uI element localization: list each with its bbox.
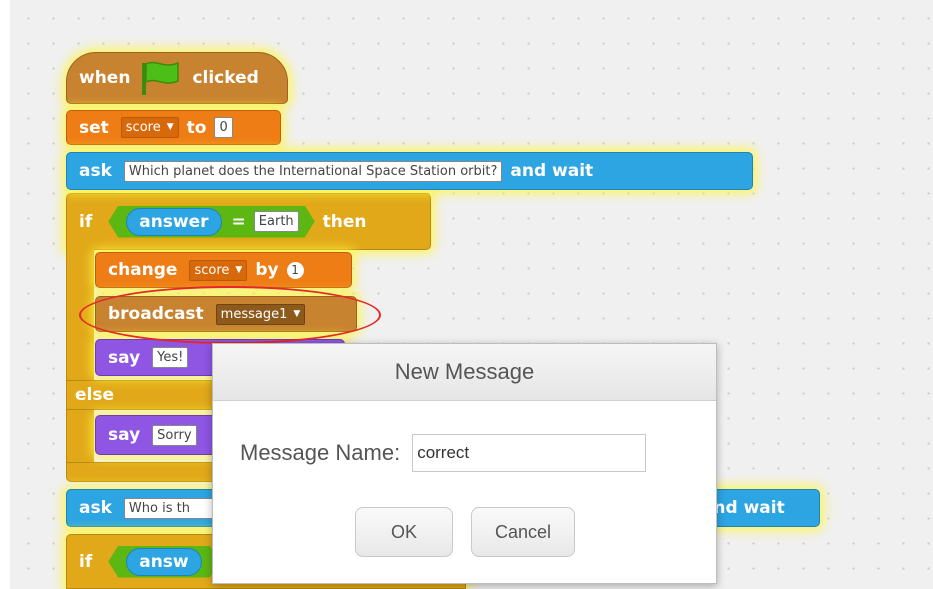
variable-dropdown[interactable]: score ▼ [120,117,179,138]
else-keyword: else [75,385,115,405]
cancel-button[interactable]: Cancel [471,507,575,557]
change-variable-block[interactable]: change score ▼ by 1 [95,252,352,288]
set-value-input[interactable]: 0 [214,117,233,138]
answer-reporter[interactable]: answer [126,208,221,236]
if-block-1-bottom [66,462,226,482]
change-keyword: change [108,260,178,280]
green-flag-icon [142,61,180,95]
left-frame [0,0,10,589]
to-keyword: to [186,117,207,138]
ask-keyword: ask [79,161,112,181]
if-block-1-arm [66,249,94,464]
ok-button[interactable]: OK [355,507,453,557]
new-message-dialog: New Message Message Name: OK Cancel [212,343,717,584]
equals-sign: = [231,211,246,232]
ask-question-input[interactable]: Which planet does the International Spac… [123,160,503,182]
say-text-input-2[interactable]: Sorry [152,424,197,446]
say-text-input[interactable]: Yes! [152,347,189,368]
message-name-input[interactable] [412,434,647,472]
equals-operator[interactable]: answer = Earth [108,206,314,238]
when-flag-clicked-block[interactable]: when clicked [66,52,288,104]
and-wait-keyword: and wait [510,161,594,181]
say-keyword-2: say [108,425,141,445]
by-keyword: by [255,260,279,280]
highlight-ellipse [79,286,381,344]
set-variable-block[interactable]: set score ▼ to 0 [66,110,281,145]
say-keyword: say [108,347,141,368]
answer-reporter-2[interactable]: answ [126,548,201,576]
when-keyword: when [79,68,131,88]
ask-keyword-2: ask [79,498,112,518]
then-keyword: then [322,211,367,232]
ask-and-wait-block-1[interactable]: ask Which planet does the International … [66,152,753,190]
clicked-keyword: clicked [192,68,259,88]
else-bar: else [66,380,226,410]
dropdown-arrow-icon: ▼ [235,264,243,275]
variable-name: score [125,120,161,135]
message-name-row: Message Name: [240,434,647,472]
dropdown-arrow-icon: ▼ [166,122,174,132]
message-name-label: Message Name: [240,440,401,465]
if-block-1[interactable]: if answer = Earth then [66,193,431,250]
equals-value[interactable]: Earth [254,211,299,232]
set-keyword: set [79,117,109,138]
change-variable-dropdown[interactable]: score ▼ [189,259,248,281]
if-keyword-2: if [79,551,93,572]
change-amount-input[interactable]: 1 [286,261,304,279]
dialog-title: New Message [213,344,716,401]
if-keyword: if [79,211,93,232]
equals-operator-2[interactable]: answ [108,546,219,578]
change-variable-name: score [194,262,230,278]
